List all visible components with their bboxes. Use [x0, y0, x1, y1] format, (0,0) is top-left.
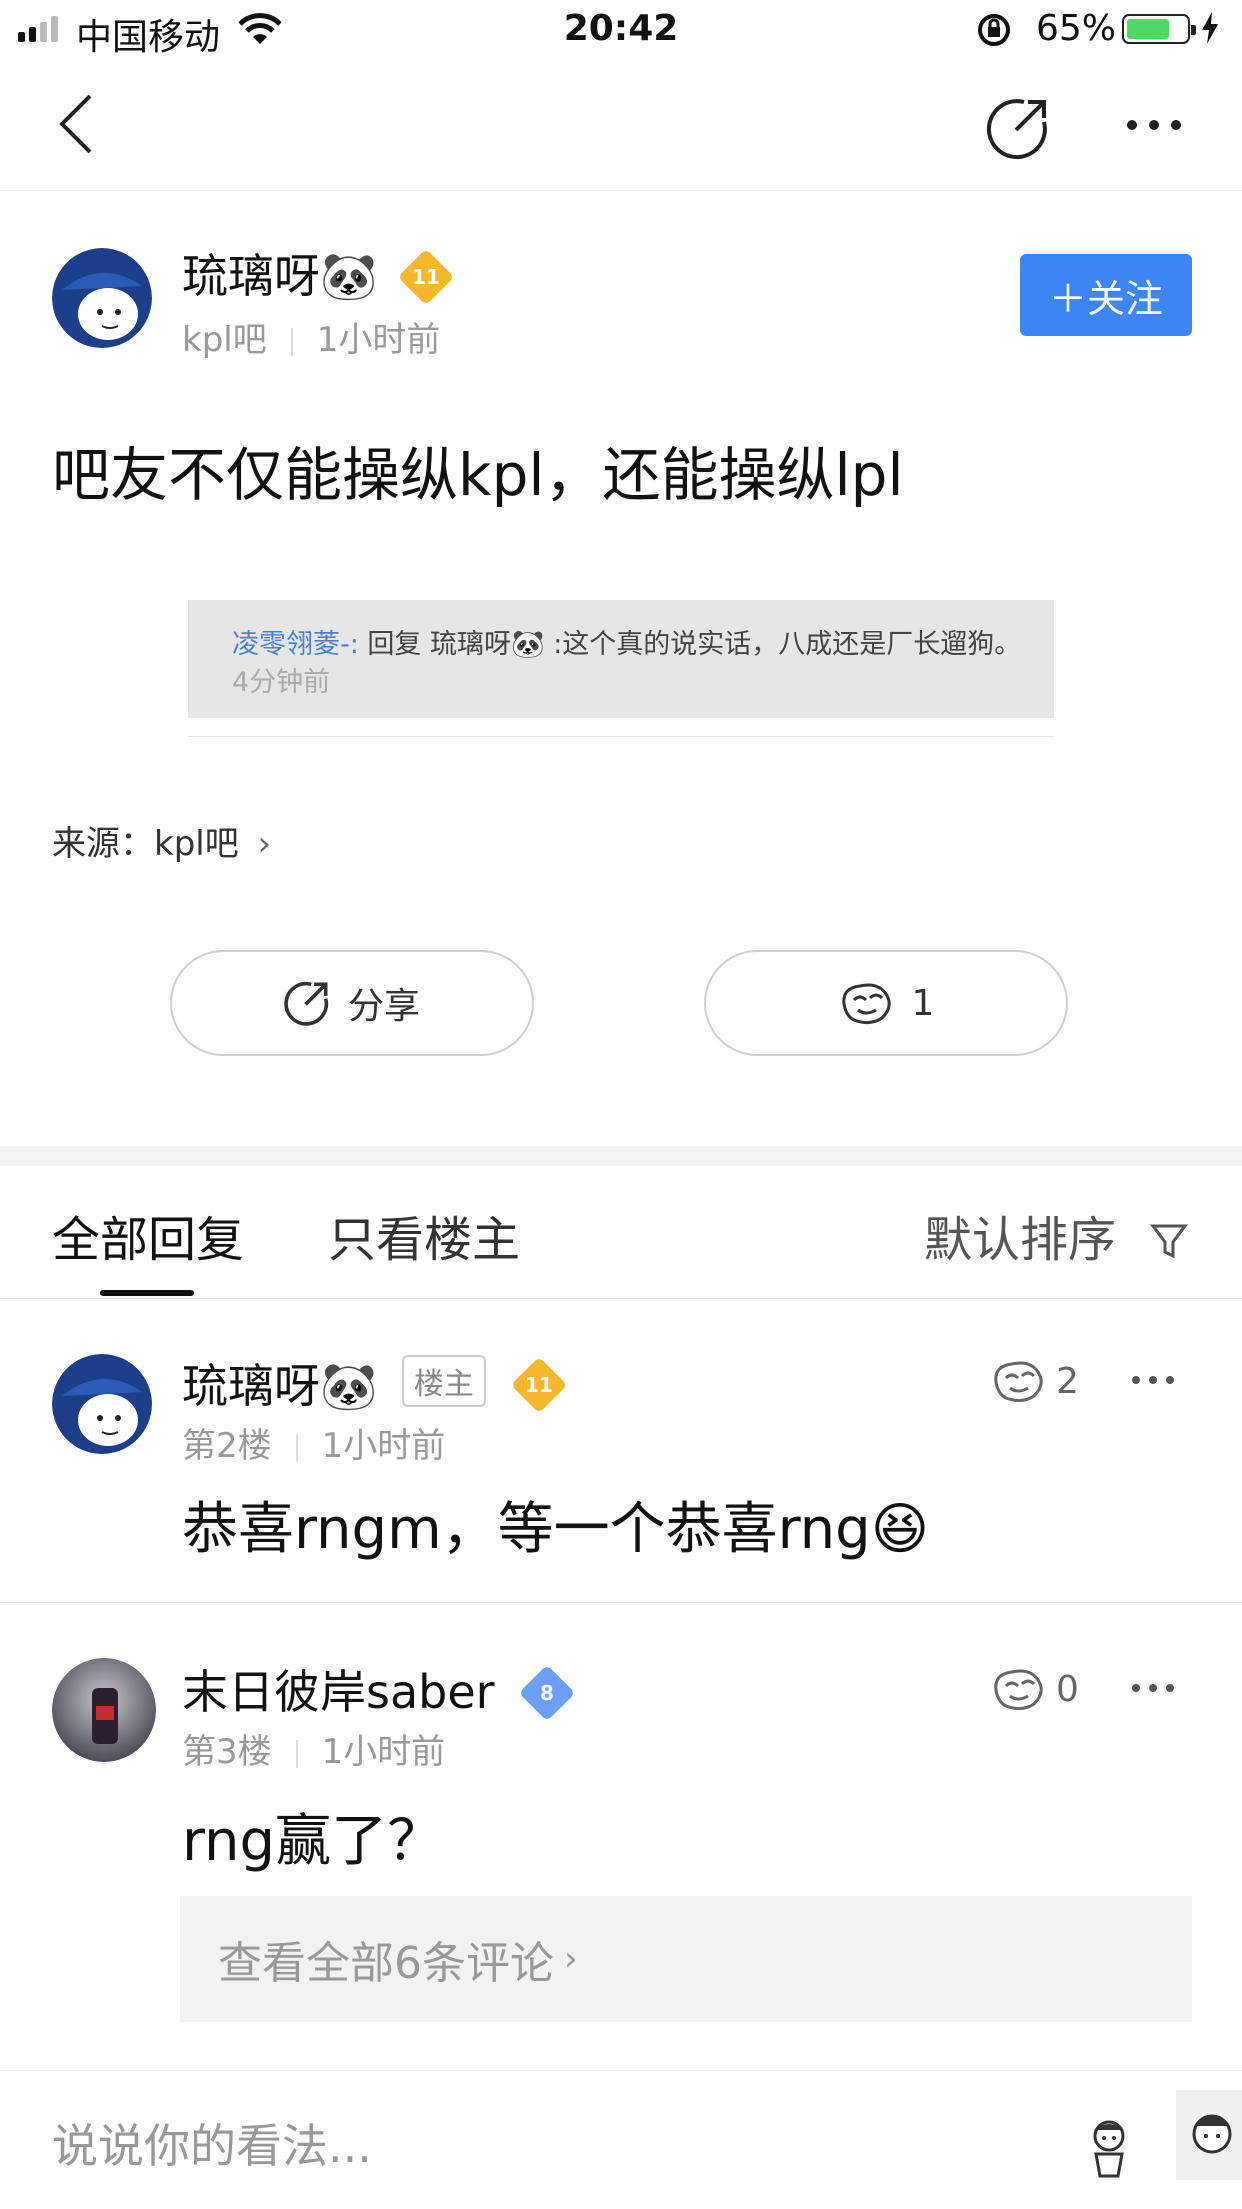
reply-like-button[interactable]: 2 — [990, 1358, 1079, 1404]
level-badge-icon: 11 — [510, 1356, 567, 1414]
post-title: 吧友不仅能操纵kpl，还能操纵lpl — [52, 441, 904, 509]
forum-name[interactable]: kpl吧 — [182, 320, 267, 360]
share-icon — [986, 99, 1047, 160]
reply-author-text: 琉璃呀🐼 — [182, 1359, 378, 1413]
more-dots-icon — [1132, 1376, 1174, 1384]
reply-like-count: 2 — [1056, 1360, 1079, 1402]
source-name: kpl吧 — [154, 824, 239, 864]
like-hand-icon — [994, 1669, 1043, 1711]
reply-time: 1小时前 — [321, 1426, 446, 1466]
battery-percent: 65% — [1036, 8, 1117, 49]
sort-label: 默认排序 — [924, 1212, 1117, 1268]
reply-avatar[interactable] — [52, 1658, 156, 1762]
embedded-image[interactable]: 凌零翎菱-: 回复 琉璃呀🐼 :这个真的说实话，八成还是厂长遛狗。 4分钟前 — [188, 600, 1054, 718]
chevron-left-icon — [59, 94, 92, 154]
author-name-text: 琉璃呀🐼 — [182, 249, 378, 303]
nav-divider — [0, 190, 1242, 191]
embed-user: 凌零翎菱-: — [232, 629, 359, 660]
reply-author[interactable]: 琉璃呀🐼 楼主 11 — [182, 1350, 567, 1416]
reply-floor: 第3楼 — [182, 1732, 272, 1772]
user-sticker-avatar[interactable] — [1176, 2090, 1242, 2180]
back-button[interactable] — [56, 92, 96, 160]
reply-divider — [0, 1602, 1242, 1603]
share-button[interactable]: 分享 — [170, 950, 534, 1056]
reply-like-button[interactable]: 0 — [990, 1666, 1079, 1712]
comment-input[interactable]: 说说你的看法... — [52, 2110, 372, 2176]
reply-author-text: 末日彼岸saber — [182, 1665, 495, 1719]
follow-button[interactable]: ＋关注 — [1020, 254, 1192, 336]
more-dots-icon — [1127, 120, 1181, 130]
battery-icon — [1122, 14, 1196, 44]
orientation-lock-icon — [976, 12, 1012, 57]
level-badge-icon: 8 — [518, 1664, 576, 1722]
source-link[interactable]: 来源：kpl吧 › — [52, 816, 271, 865]
share-nav-button[interactable] — [986, 96, 1050, 164]
chevron-right-icon: › — [257, 824, 272, 864]
author-name[interactable]: 琉璃呀🐼 11 — [182, 240, 455, 306]
reply-like-count: 0 — [1056, 1668, 1079, 1710]
emoji-sticker-icon[interactable] — [1082, 2116, 1136, 2184]
reply-more-button[interactable] — [1130, 1370, 1176, 1394]
reply-more-button[interactable] — [1130, 1678, 1176, 1702]
status-bar: 中国移动 20:42 65% — [0, 0, 1242, 62]
reply-meta: 第3楼 1小时前 — [182, 1724, 445, 1773]
view-all-comments-button[interactable]: 查看全部6条评论 › — [180, 1896, 1192, 2022]
like-hand-icon — [841, 983, 891, 1025]
level-badge-icon: 11 — [397, 248, 455, 306]
filter-icon — [1150, 1224, 1189, 1259]
reply-floor: 第2楼 — [182, 1426, 272, 1466]
embed-time: 4分钟前 — [232, 667, 331, 698]
reply-content: rng赢了？ — [182, 1809, 444, 1874]
view-all-label: 查看全部6条评论 — [218, 1938, 554, 1989]
charging-icon — [1200, 10, 1220, 55]
sort-dropdown[interactable]: 默认排序 — [924, 1200, 1189, 1270]
embed-divider — [188, 736, 1054, 737]
owner-tag: 楼主 — [401, 1355, 486, 1407]
reply-meta: 第2楼 1小时前 — [182, 1418, 445, 1467]
share-icon — [284, 981, 329, 1026]
post-meta: kpl吧 1小时前 — [182, 312, 440, 361]
like-hand-icon — [994, 1361, 1043, 1403]
like-count: 1 — [911, 982, 935, 1024]
tab-owner-only[interactable]: 只看楼主 — [328, 1200, 520, 1270]
reply-avatar[interactable] — [52, 1354, 152, 1454]
post-time: 1小时前 — [316, 320, 441, 360]
source-label: 来源： — [52, 824, 154, 864]
avatar[interactable] — [52, 248, 152, 348]
reply-author[interactable]: 末日彼岸saber 8 — [182, 1656, 576, 1722]
embed-reply: 回复 琉璃呀🐼 :这个真的说实话，八成还是厂长遛狗。 — [358, 629, 1022, 660]
tab-all-replies[interactable]: 全部回复 — [52, 1200, 244, 1270]
more-dots-icon — [1132, 1684, 1174, 1692]
tabs-divider — [0, 1298, 1242, 1299]
more-button[interactable] — [1124, 110, 1184, 144]
reply-content: 恭喜rngm，等一个恭喜rng😆 — [182, 1497, 930, 1562]
section-gap — [0, 1146, 1242, 1166]
reply-time: 1小时前 — [321, 1732, 446, 1772]
like-button[interactable]: 1 — [704, 950, 1068, 1056]
share-label: 分享 — [347, 986, 420, 1027]
tab-indicator — [100, 1290, 194, 1296]
chevron-right-icon: › — [564, 1939, 578, 1979]
